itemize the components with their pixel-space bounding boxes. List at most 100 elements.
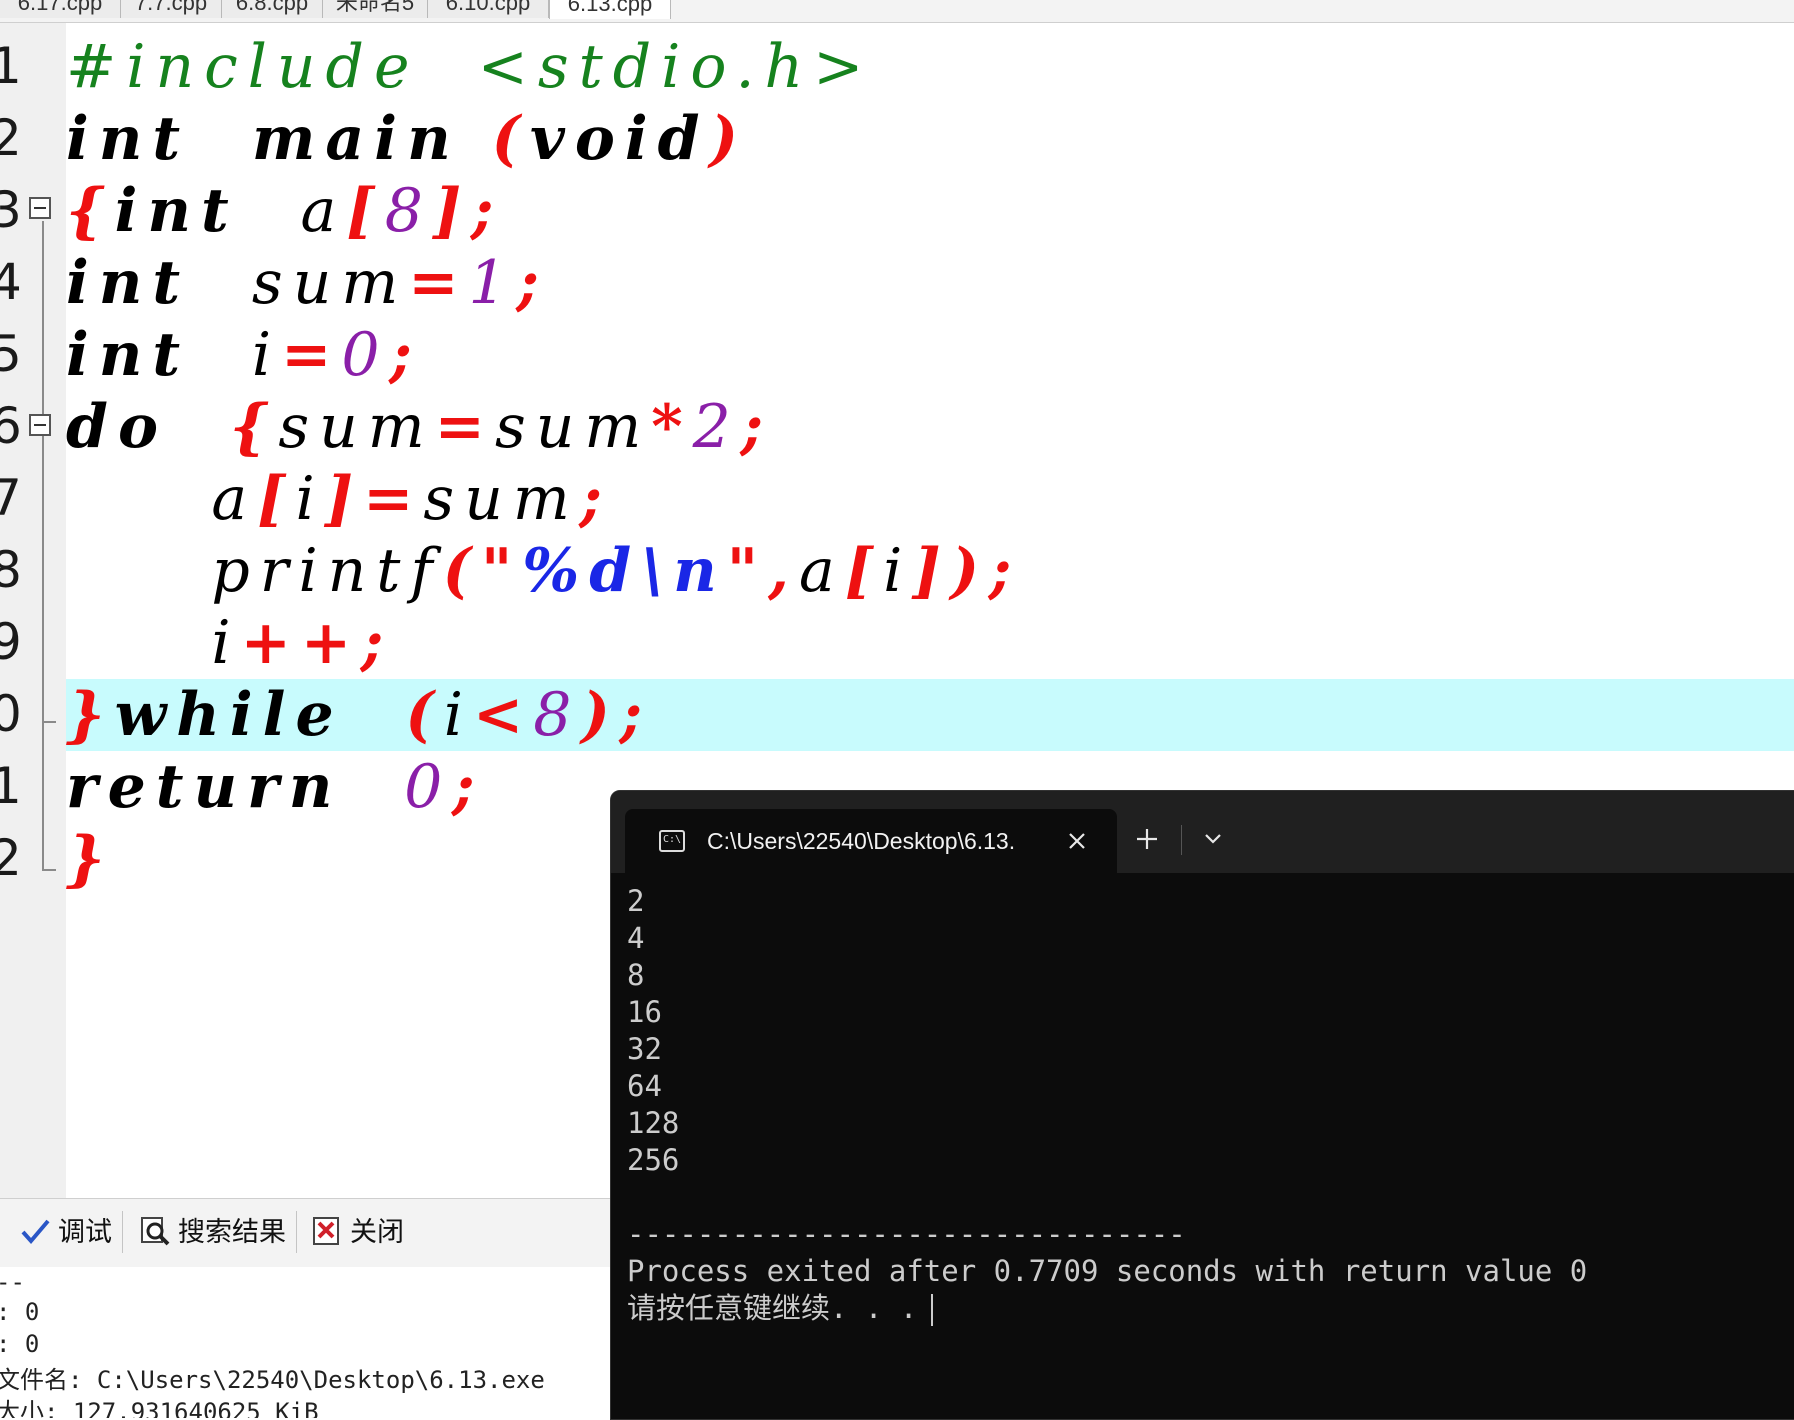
compile-log: -- : 0 : 0 文件名: C:\Users\22540\Desktop\6… <box>0 1268 620 1418</box>
code-line[interactable]: int i=0; <box>66 319 1794 391</box>
symbol-token: } <box>66 680 115 750</box>
code-line[interactable]: int sum=1; <box>66 247 1794 319</box>
line-number: 6 <box>0 397 22 455</box>
fold-collapse-icon[interactable] <box>29 197 51 219</box>
line-number: 2 <box>0 109 22 167</box>
close-panel-label: 关闭 <box>350 1217 404 1247</box>
symbol-token: = <box>408 248 469 318</box>
number-literal: 2 <box>692 392 741 462</box>
keyword-token: do <box>66 392 230 462</box>
search-results-button[interactable]: 搜索结果 <box>140 1211 297 1253</box>
identifier-token: a <box>300 176 347 246</box>
symbol-token: ; <box>740 392 774 462</box>
identifier-token: a <box>798 536 845 606</box>
terminal-window[interactable]: C:\ C:\Users\22540\Desktop\6.13. 2 4 8 1… <box>610 790 1794 1420</box>
number-literal: 8 <box>533 680 582 750</box>
tab-untitled-5[interactable]: 未命名5 <box>323 0 428 18</box>
symbol-token: } <box>66 824 115 894</box>
number-literal: 0 <box>404 752 453 822</box>
identifier-token: sum <box>494 392 652 462</box>
output-line: 4 <box>627 921 645 955</box>
terminal-tab-title: C:\Users\22540\Desktop\6.13. <box>707 828 1016 854</box>
symbol-token: ", <box>726 536 799 606</box>
output-separator: -------------------------------- <box>627 1217 1186 1251</box>
symbol-token: ) <box>709 104 748 174</box>
code-line[interactable]: do {sum=sum*2; <box>66 391 1794 463</box>
code-line[interactable]: i++; <box>66 607 1794 679</box>
tab-6-17[interactable]: 6.17.cpp <box>0 0 121 18</box>
debug-label: 调试 <box>58 1217 112 1247</box>
symbol-token: ++; <box>240 608 394 678</box>
symbol-token: * <box>651 392 693 462</box>
prompt-line: 请按任意键继续. . . <box>627 1290 1787 1327</box>
symbol-token: ( <box>405 680 444 750</box>
new-tab-plus-icon[interactable] <box>1129 821 1165 857</box>
fold-collapse-icon[interactable] <box>29 414 51 436</box>
line-number: 7 <box>0 469 22 527</box>
symbol-token: ); <box>581 680 653 750</box>
identifier-token: sum <box>278 392 435 462</box>
code-line-current[interactable]: }while (i<8); <box>66 679 1794 751</box>
fold-guide <box>42 221 44 871</box>
bottom-panel-toolbar: 调试 搜索结果 关闭 <box>0 1198 620 1267</box>
symbol-token: ; <box>389 320 422 390</box>
symbol-token: = <box>434 392 495 462</box>
output-line: 32 <box>627 1032 662 1066</box>
identifier-token: a <box>66 464 258 534</box>
line-number: 1 <box>0 37 22 95</box>
symbol-token: { <box>229 392 279 462</box>
terminal-tab-bar: C:\ C:\Users\22540\Desktop\6.13. <box>611 791 1794 873</box>
number-literal: 0 <box>341 320 390 390</box>
tab-6-10[interactable]: 6.10.cpp <box>428 0 549 18</box>
console-icon: C:\ <box>659 830 685 852</box>
keyword-token: while <box>114 680 406 750</box>
output-line: 8 <box>627 958 645 992</box>
check-icon <box>20 1216 50 1246</box>
line-number: 3 <box>0 181 22 239</box>
editor-tab-strip: 6.17.cpp 7.7.cpp 6.8.cpp 未命名5 6.10.cpp 6… <box>0 0 1794 23</box>
symbol-token: ; <box>452 752 485 822</box>
close-panel-icon <box>312 1216 342 1246</box>
output-line: 2 <box>627 884 645 918</box>
console-icon-text: C:\ <box>663 834 682 845</box>
fold-end-marker <box>42 869 56 871</box>
code-line[interactable]: {int a[8]; <box>66 175 1794 247</box>
line-number: 4 <box>0 253 22 311</box>
terminal-output[interactable]: 2 4 8 16 32 64 128 256 -----------------… <box>627 883 1787 1327</box>
code-line[interactable]: printf("%d\n",a[i]); <box>66 535 1794 607</box>
preprocessor-token: #include <stdio.h> <box>66 32 874 102</box>
identifier-token: i <box>443 680 473 750</box>
output-line: 64 <box>627 1069 662 1103</box>
line-number: 8 <box>0 541 22 599</box>
close-icon[interactable] <box>1059 823 1095 859</box>
symbol-token: ]; <box>432 176 504 246</box>
tab-7-7[interactable]: 7.7.cpp <box>121 0 222 18</box>
code-line[interactable]: int main (void) <box>66 103 1794 175</box>
identifier-token: i <box>883 536 913 606</box>
chevron-down-icon[interactable] <box>1195 821 1231 857</box>
code-line[interactable]: #include <stdio.h> <box>66 31 1794 103</box>
log-line: -- <box>0 1268 25 1296</box>
symbol-token: [ <box>257 464 296 534</box>
text-cursor <box>931 1294 934 1326</box>
terminal-tab[interactable]: C:\ C:\Users\22540\Desktop\6.13. <box>625 809 1117 873</box>
log-line: : 0 <box>0 1330 40 1358</box>
log-line: 文件名: C:\Users\22540\Desktop\6.13.exe <box>0 1366 545 1394</box>
tab-6-13[interactable]: 6.13.cpp <box>549 0 671 19</box>
identifier-token: i <box>295 464 325 534</box>
debug-button[interactable]: 调试 <box>20 1211 123 1253</box>
identifier-token: i <box>66 608 241 678</box>
tab-bar-divider <box>1181 825 1182 855</box>
identifier-token: i <box>251 320 282 390</box>
symbol-token: ]= <box>324 464 424 534</box>
keyword-token: int main <box>66 104 492 174</box>
keyword-token: int <box>66 320 252 390</box>
symbol-token: ; <box>579 464 612 534</box>
symbol-token: (" <box>442 536 523 606</box>
close-panel-button[interactable]: 关闭 <box>312 1211 414 1253</box>
search-results-label: 搜索结果 <box>178 1217 286 1247</box>
line-number: 2 <box>0 829 22 887</box>
tab-6-8[interactable]: 6.8.cpp <box>222 0 323 18</box>
code-line[interactable]: a[i]=sum; <box>66 463 1794 535</box>
symbol-token: ; <box>516 248 549 318</box>
